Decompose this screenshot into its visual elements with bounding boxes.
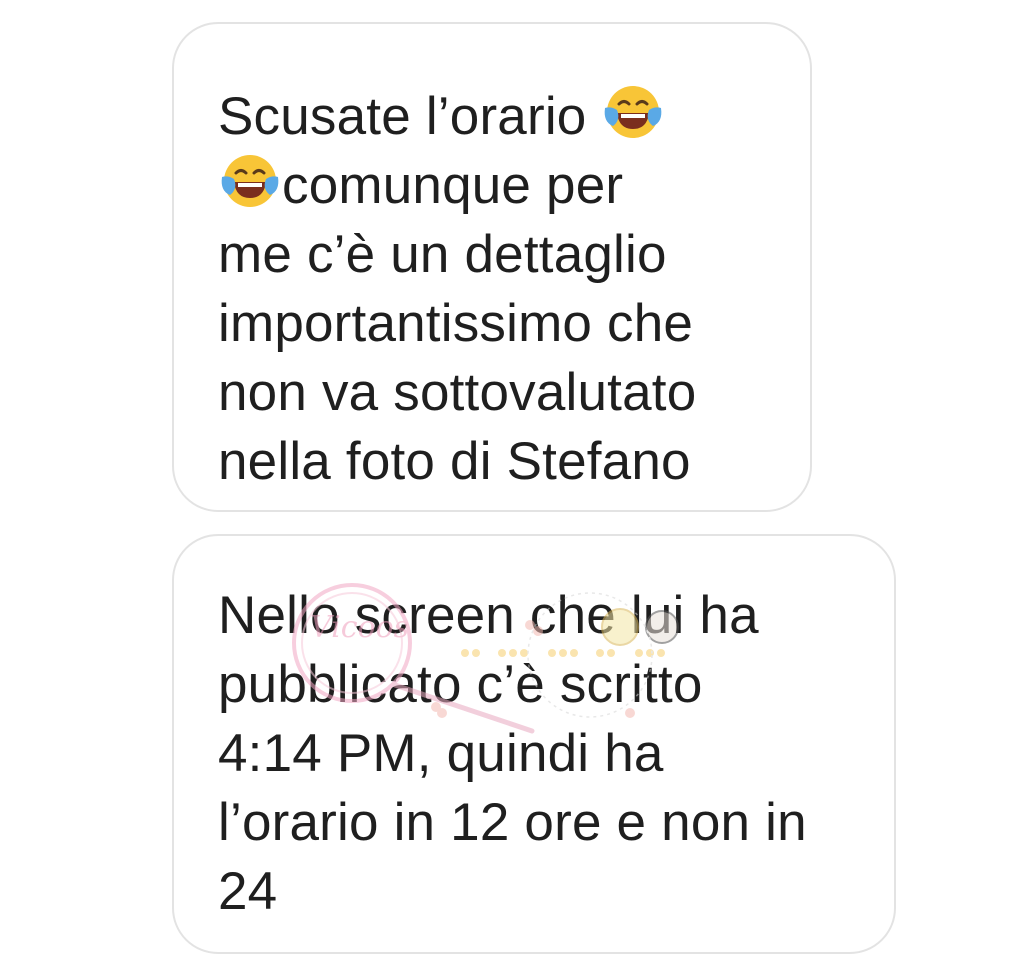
message-line: 24 — [218, 862, 278, 921]
message-line: importantissimo che — [218, 294, 694, 353]
message-line: non va sottovalutato — [218, 363, 697, 422]
message-line: pubblicato c’è scritto — [218, 655, 703, 714]
message-line: Nello screen che lui ha — [218, 586, 759, 645]
face-with-tears-of-joy-icon — [218, 151, 282, 211]
message-line: me c’è un dettaglio — [218, 225, 667, 284]
message-line: Scusate l’orario — [218, 82, 810, 151]
message-text: Scusate l’orario — [218, 87, 602, 146]
message-line: comunque per — [218, 151, 810, 220]
face-with-tears-of-joy-icon — [601, 82, 665, 142]
message-bubble-2: Nello screen che lui ha pubblicato c’è s… — [172, 534, 896, 954]
message-line: l’orario in 12 ore e non in — [218, 793, 807, 852]
message-text: comunque per — [282, 156, 624, 215]
message-line: nella foto di Stefano — [218, 432, 691, 491]
message-line: 4:14 PM, quindi ha — [218, 724, 664, 783]
message-bubble-1: Scusate l’orario comunque per me c’è un … — [172, 22, 812, 512]
